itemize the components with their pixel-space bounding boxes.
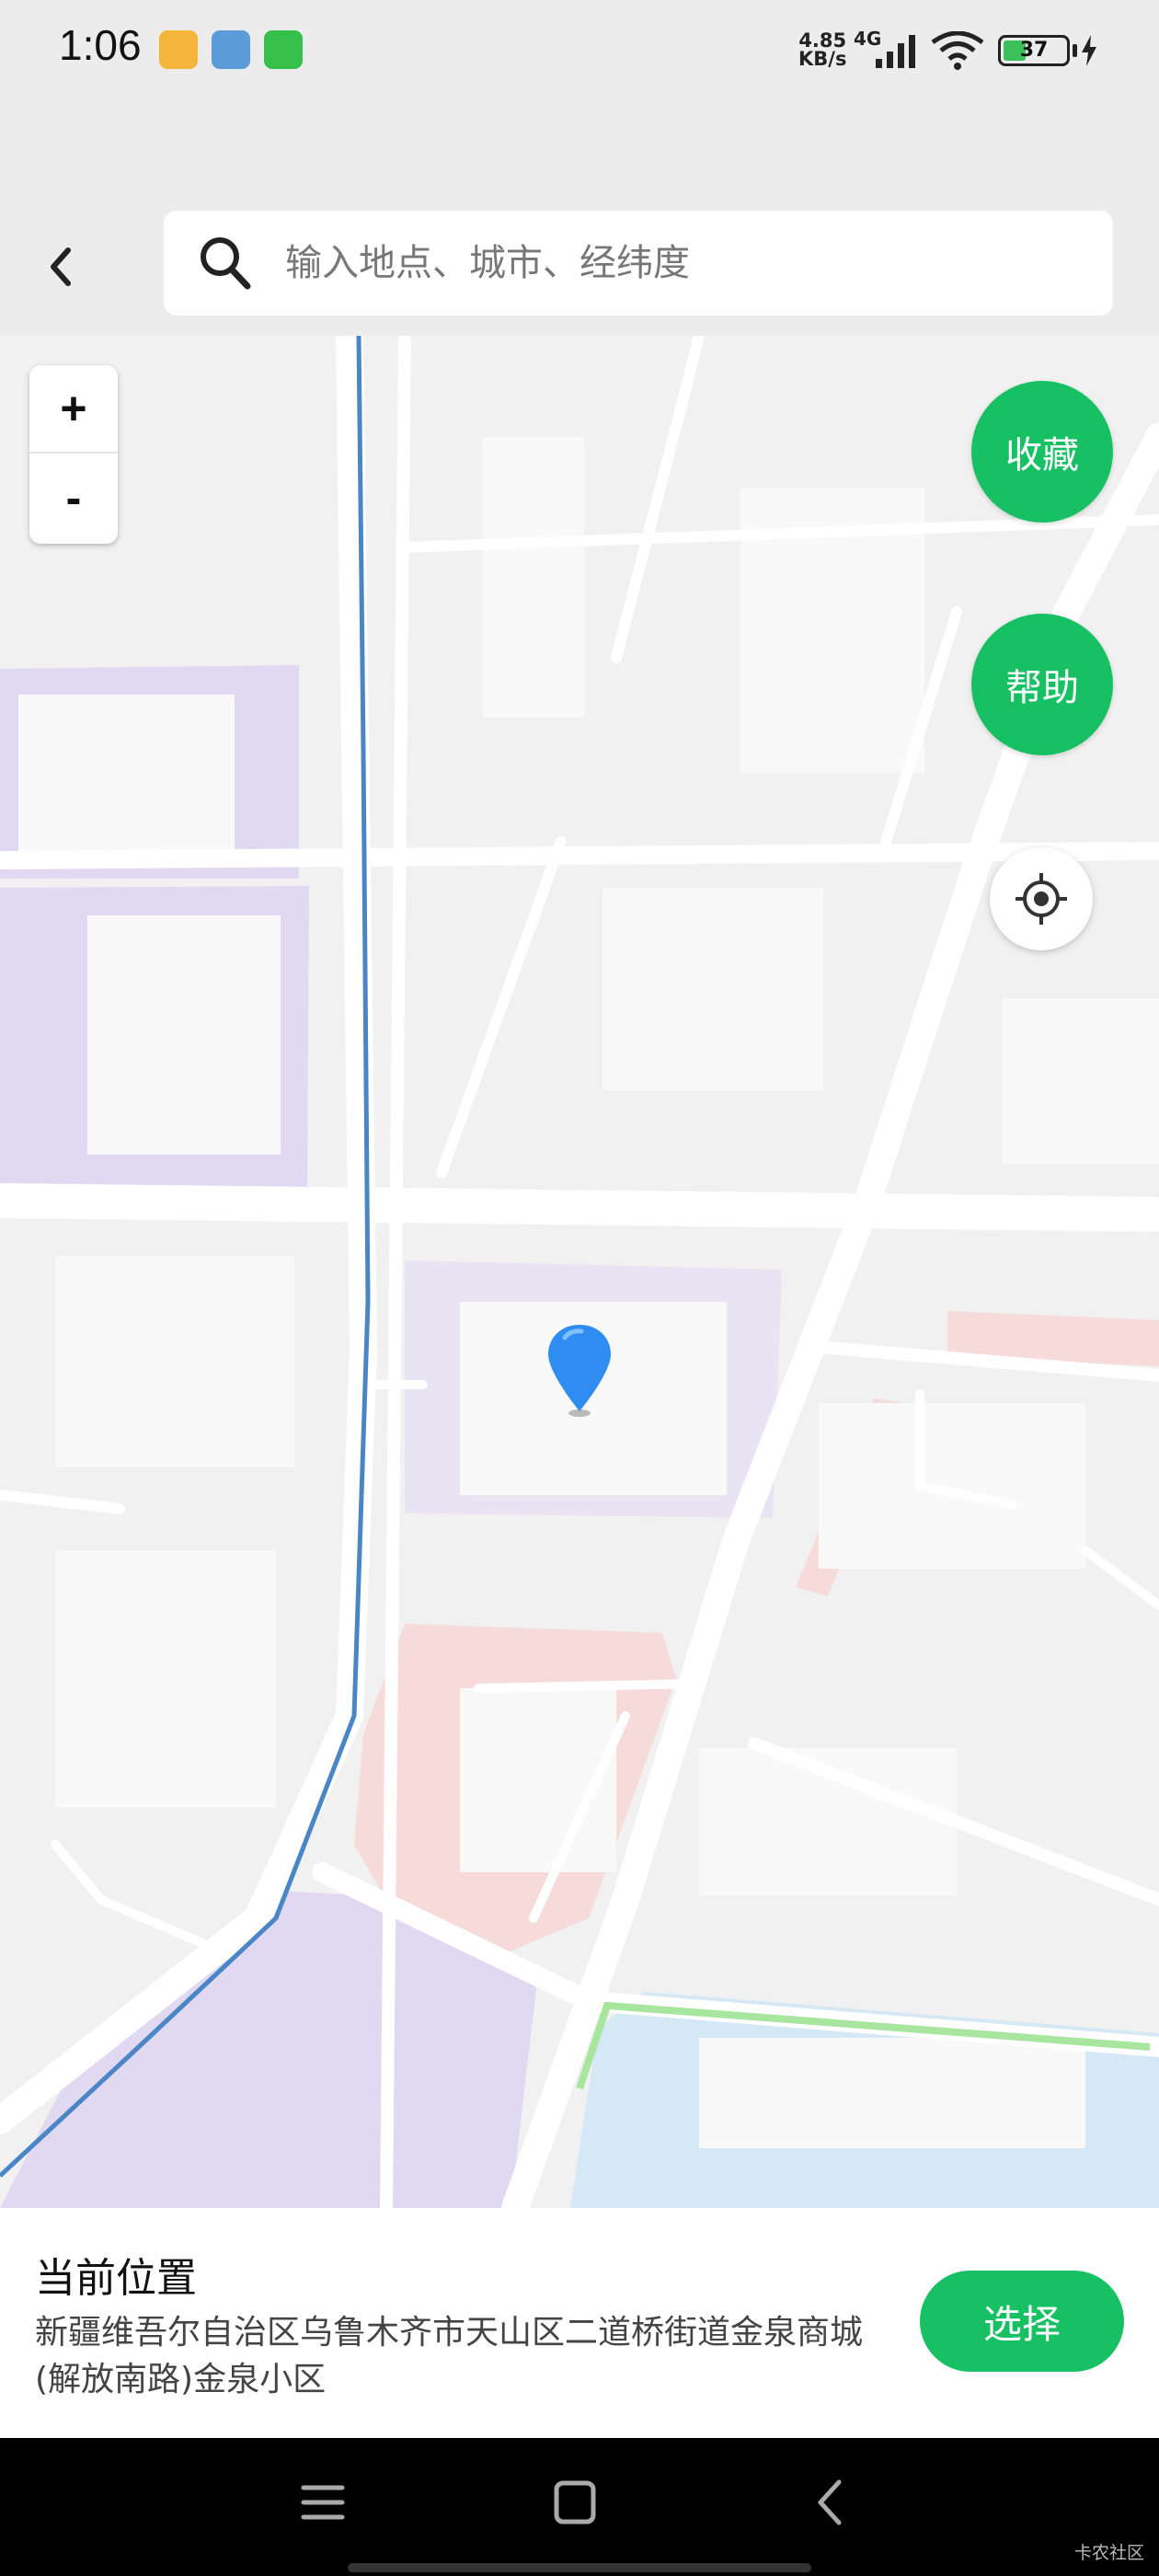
system-nav-bar: 卡农社区 [0,2438,1159,2576]
map-view[interactable]: + - 收藏 帮助 [0,336,1159,2208]
wifi-icon [931,31,984,70]
battery-level: 37 [1019,39,1049,62]
watermark-text: 卡农社区 [1074,2543,1145,2563]
home-icon[interactable] [552,2475,598,2530]
zoom-out-button[interactable]: - [29,454,118,542]
home-indicator[interactable] [348,2563,811,2572]
location-address: 新疆维吾尔自治区乌鲁木齐市天山区二道桥街道金泉商城(解放南路)金泉小区 [35,2314,864,2398]
menu-icon[interactable] [300,2475,346,2530]
back-button[interactable] [28,235,92,299]
status-time: 1:06 [59,21,142,69]
zoom-in-button[interactable]: + [29,365,118,454]
map-canvas [0,336,1159,2208]
zoom-control: + - [29,365,118,544]
charging-icon [1082,35,1096,66]
app-header [0,193,1159,336]
location-panel: 当前位置 新疆维吾尔自治区乌鲁木齐市天山区二道桥街道金泉商城(解放南路)金泉小区… [0,2208,1159,2438]
charging-app-icon [264,30,303,69]
network-speed: 4.85 KB/s [798,29,847,70]
app-notification-icon [212,30,250,69]
search-input[interactable] [285,242,1021,284]
location-title: 当前位置 [35,2255,197,2302]
crosshair-icon [1016,873,1067,925]
notes-app-icon [159,30,198,69]
location-pin-icon[interactable] [545,1323,614,1419]
help-button[interactable]: 帮助 [971,614,1113,755]
select-button[interactable]: 选择 [920,2271,1124,2372]
signal-icon [876,35,915,68]
back-nav-icon[interactable] [808,2475,854,2530]
locate-button[interactable] [990,847,1093,950]
status-bar: 1:06 4.85 KB/s 4G 37 [0,0,1159,101]
chevron-left-icon [51,247,71,286]
battery-icon: 37 [998,35,1070,66]
search-box[interactable] [164,211,1113,316]
favorite-button[interactable]: 收藏 [971,381,1113,523]
search-icon [201,237,251,290]
battery-nub [1073,44,1077,57]
